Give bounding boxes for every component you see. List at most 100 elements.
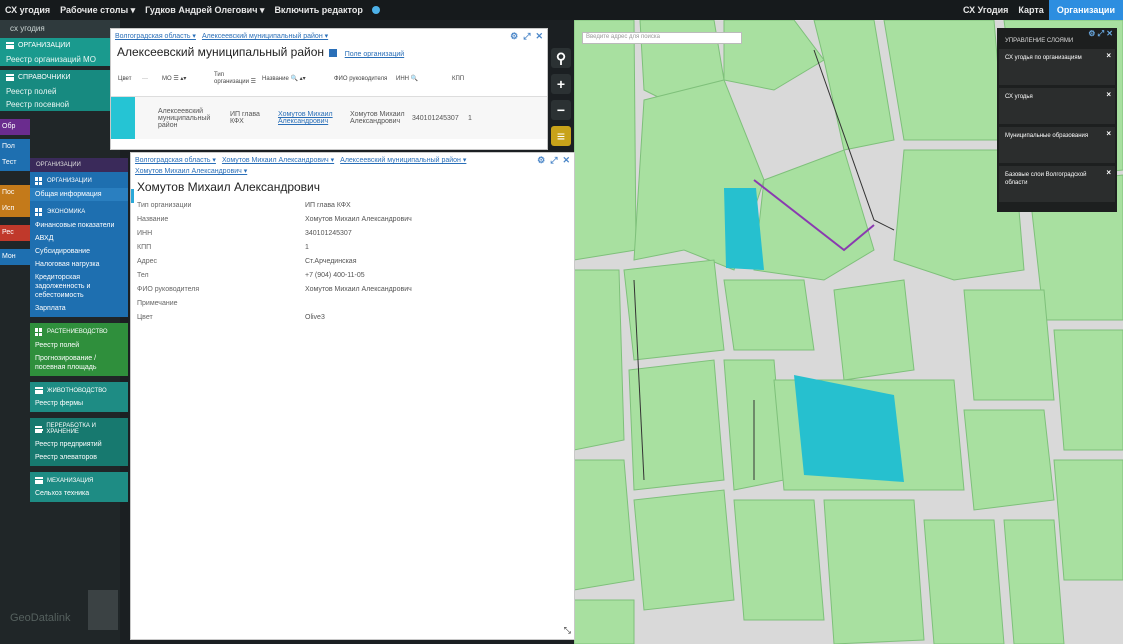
column-header[interactable]: Цвет <box>115 76 139 82</box>
column-header[interactable]: Тип организации ☰ <box>211 72 259 85</box>
property-value: ИП глава КФХ <box>305 201 351 209</box>
column-header[interactable]: ИНН 🔍 <box>393 75 449 82</box>
window-controls: ⚙ ⤢ ✕ <box>510 31 543 42</box>
tab-sx-ugodia[interactable]: СХ Угодия <box>958 5 1013 15</box>
subnav-item[interactable]: Субсидирование <box>30 245 128 258</box>
property-row: Тип организации ИП глава КФХ <box>137 198 570 212</box>
subnav-block-head[interactable]: переработка и хранение <box>30 420 128 438</box>
zoom-in-button[interactable]: + <box>551 74 571 94</box>
column-header[interactable]: МО ☰ ▴▾ <box>159 75 211 82</box>
sidebar-partial-item[interactable]: Пол <box>0 139 30 155</box>
subnav-item-general-info[interactable]: Общая информация <box>30 188 128 201</box>
sidebar-group-label: организации <box>18 42 71 49</box>
sidebar-partial-item[interactable]: Пос <box>0 185 30 201</box>
sidebar-collapsed-items: Обр Пол Тест Пос Исп Рес Мон <box>0 119 30 265</box>
property-row: Тел +7 (904) 400-11-05 <box>137 268 570 282</box>
zoom-out-button[interactable]: − <box>551 100 571 120</box>
sidebar-partial-item[interactable]: Обр <box>0 119 30 135</box>
layer-item[interactable]: СХ угодья × <box>999 88 1115 124</box>
close-icon[interactable]: × <box>1106 169 1111 177</box>
cell-inn: 340101245307 <box>412 114 459 122</box>
sidebar-item-registry-mo[interactable]: Реестр организаций МО <box>0 53 120 66</box>
layer-item[interactable]: Муниципальные образования × <box>999 127 1115 163</box>
app-title[interactable]: СХ угодия <box>0 5 55 15</box>
info-icon[interactable] <box>371 6 380 14</box>
sidebar-top-label[interactable]: сх угодия <box>0 20 120 38</box>
top-menu-bar: СХ угодия Рабочие столы ▾ Гудков Андрей … <box>0 0 1123 20</box>
sidebar-partial-item[interactable]: Мон <box>0 249 30 265</box>
settings-icon[interactable]: ⚙ <box>537 155 545 166</box>
property-value: Хомутов Михаил Александрович <box>305 285 412 293</box>
layers-icon[interactable]: ≡ <box>551 126 571 146</box>
subnav-item[interactable]: Финансовые показатели <box>30 219 128 232</box>
close-icon[interactable]: ✕ <box>562 155 570 166</box>
legend-link[interactable]: Поле организаций <box>345 51 404 58</box>
property-value: Ст.Арчединская <box>305 257 357 265</box>
column-header[interactable]: КПП <box>449 76 479 82</box>
settings-icon[interactable]: ⚙ <box>510 31 518 42</box>
subnav-item[interactable]: Реестр полей <box>30 339 128 352</box>
column-header[interactable]: ··· <box>139 76 159 82</box>
sidebar-group-head[interactable]: организации <box>0 38 120 53</box>
subnav-block-head[interactable]: животноводство <box>30 384 128 397</box>
property-row: ИНН 340101245307 <box>137 226 570 240</box>
subnav-item[interactable]: Кредиторская задолженность и себестоимос… <box>30 271 128 302</box>
column-header[interactable]: Название 🔍 ▴▾ <box>259 75 331 82</box>
resize-handle-icon[interactable]: ⤡ <box>564 625 571 636</box>
desktops-menu[interactable]: Рабочие столы ▾ <box>55 5 140 16</box>
close-icon[interactable]: × <box>1106 52 1111 60</box>
breadcrumb-item[interactable]: Хомутов Михаил Александрович ▾ <box>135 167 247 175</box>
subnav-item[interactable]: Реестр предприятий <box>30 438 128 451</box>
enable-editor-button[interactable]: Включить редактор <box>269 5 367 15</box>
close-icon[interactable]: × <box>1106 130 1111 138</box>
property-key: КПП <box>137 243 152 251</box>
decorative-block <box>88 590 118 630</box>
expand-icon[interactable]: ⤢ <box>550 155 557 166</box>
sidebar-group-references: справочники Реестр полей Реестр посевной <box>0 70 120 111</box>
sidebar-partial-item[interactable]: Тест <box>0 155 30 171</box>
subnav-item[interactable]: Налоговая нагрузка <box>30 258 128 271</box>
table-row[interactable]: Алексеевский муниципальный район ИП глав… <box>111 97 547 139</box>
color-swatch <box>111 97 135 139</box>
user-menu[interactable]: Гудков Андрей Олегович ▾ <box>140 5 269 16</box>
expand-icon[interactable]: ⤢ <box>523 31 530 42</box>
subnav-block-label: механизация <box>47 477 94 484</box>
subnav-item[interactable]: Прогнозирование / посевная площадь <box>30 352 128 374</box>
locate-icon[interactable]: ⚲ <box>551 48 571 68</box>
subnav-item[interactable]: Зарплата <box>30 302 128 315</box>
sidebar-group-head[interactable]: справочники <box>0 70 120 85</box>
breadcrumb-item[interactable]: Волгоградская область ▾ <box>135 156 216 164</box>
subnav-item[interactable]: Сельхоз техника <box>30 487 128 500</box>
subnav-item[interactable]: АВХД <box>30 232 128 245</box>
watermark-logo: GeoDatalink <box>10 612 71 624</box>
close-icon[interactable]: × <box>1106 91 1111 99</box>
subnav-block-head[interactable]: организации <box>30 174 128 188</box>
subnav-block-head[interactable]: растениеводство <box>30 325 128 339</box>
sidebar-item-sowing[interactable]: Реестр посевной <box>0 98 120 111</box>
subnav-block-head[interactable]: экономика <box>30 205 128 219</box>
breadcrumb-item[interactable]: Алексеевский муниципальный район ▾ <box>202 32 328 40</box>
layers-panel-controls[interactable]: ⚙ ⤢ ✕ <box>1088 29 1113 39</box>
subnav-item[interactable]: Реестр фермы <box>30 397 128 410</box>
layer-item[interactable]: СХ угодья по организациям × <box>999 49 1115 85</box>
cell-mo: Алексеевский муниципальный район <box>158 107 211 129</box>
layer-item[interactable]: Базовые слои Волгоградской области × <box>999 166 1115 202</box>
layers-panel: ⚙ ⤢ ✕ управление слоями СХ угодья по орг… <box>997 28 1117 212</box>
map-search-input[interactable]: Введите адрес для поиска <box>582 32 742 44</box>
sidebar-partial-item[interactable]: Рес <box>0 225 30 241</box>
close-icon[interactable]: ✕ <box>535 31 543 42</box>
subnav-item[interactable]: Реестр элеваторов <box>30 451 128 464</box>
breadcrumb-item[interactable]: Волгоградская область ▾ <box>115 32 196 40</box>
breadcrumb-item[interactable]: Алексеевский муниципальный район ▾ <box>340 156 466 164</box>
tab-organizations[interactable]: Организации <box>1048 0 1123 20</box>
menu-icon <box>6 74 14 81</box>
sidebar-item-fields[interactable]: Реестр полей <box>0 85 120 98</box>
tab-map[interactable]: Карта <box>1013 5 1048 15</box>
window-title-text: Алексеевский муниципальный район <box>117 45 324 59</box>
breadcrumb-item[interactable]: Хомутов Михаил Александрович ▾ <box>222 156 334 164</box>
subnav-block-head[interactable]: механизация <box>30 474 128 487</box>
column-header[interactable]: ФИО руководителя <box>331 76 393 82</box>
cell-type: ИП глава КФХ <box>230 111 260 125</box>
sidebar-partial-item[interactable]: Исп <box>0 201 30 217</box>
cell-name-link[interactable]: Хомутов Михаил Александрович <box>275 111 347 125</box>
